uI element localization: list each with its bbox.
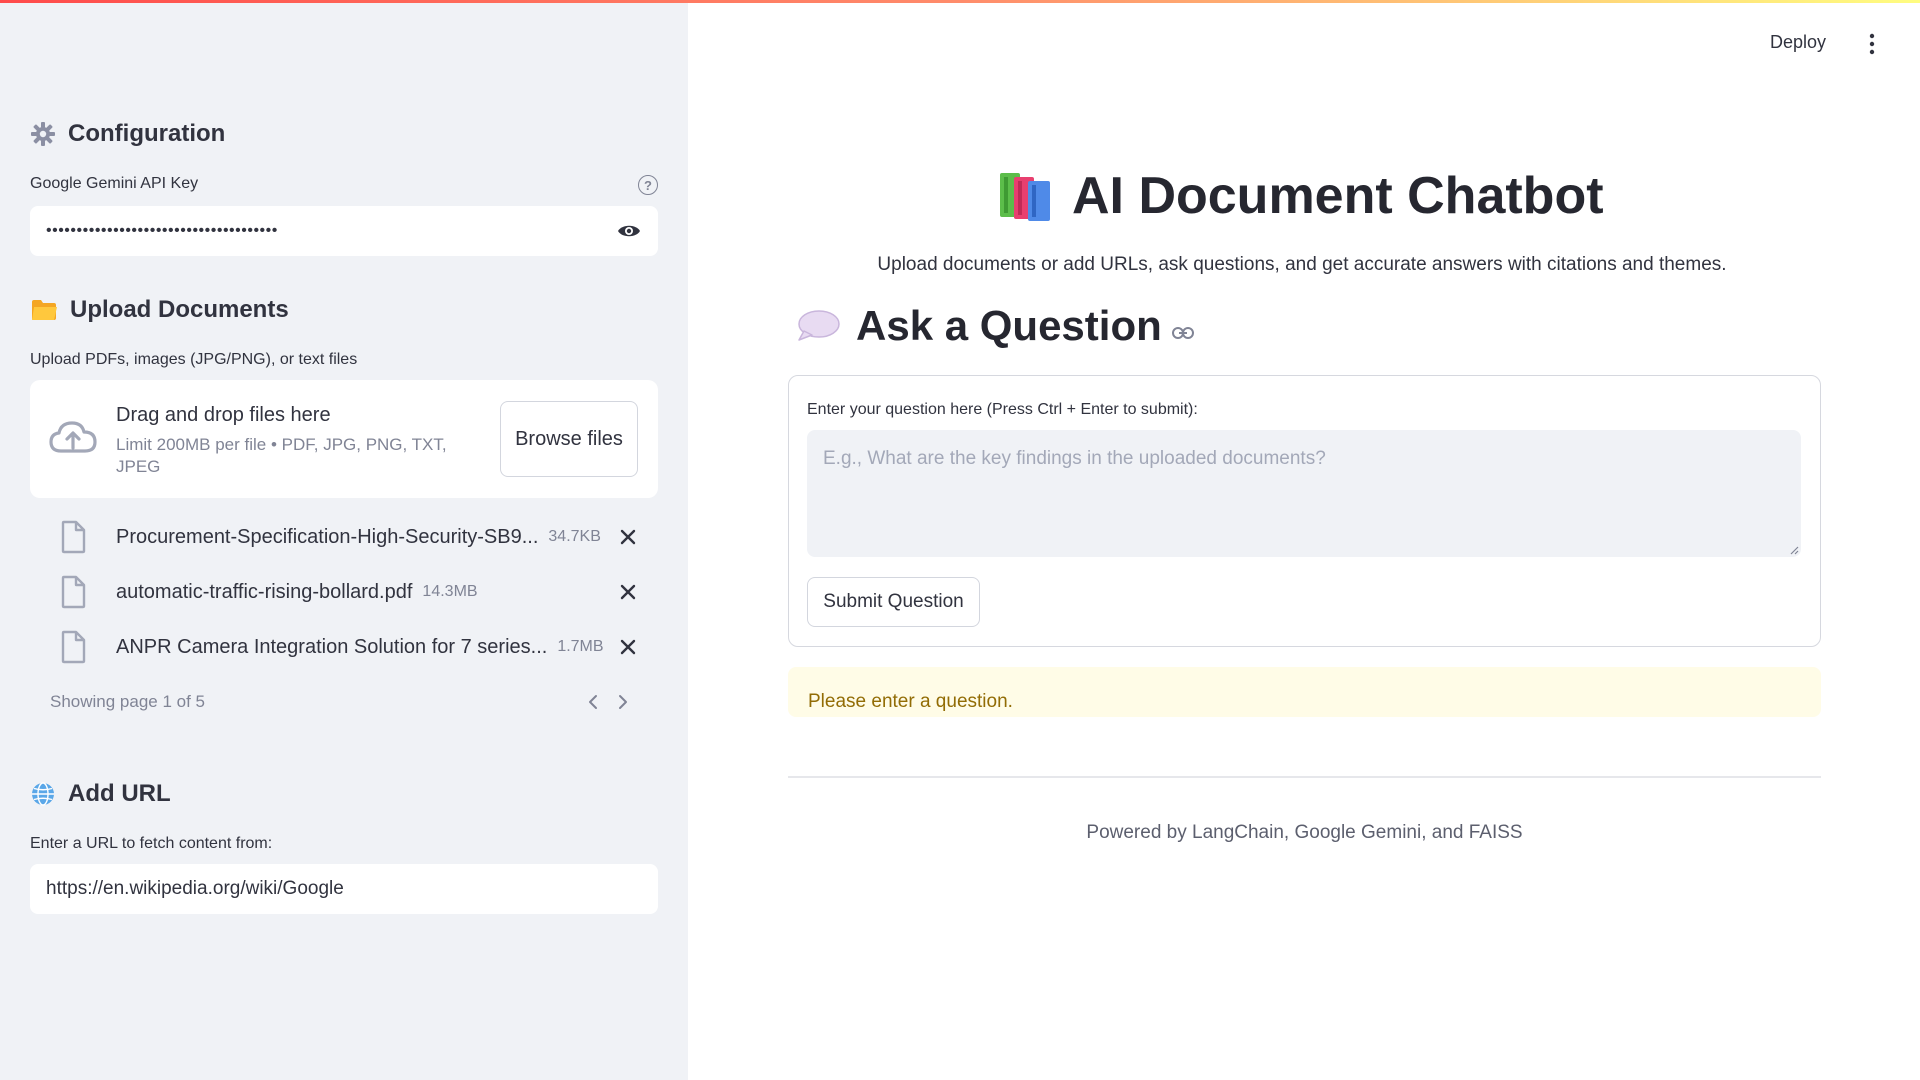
warning-alert: Please enter a question. [788, 667, 1821, 717]
globe-icon [32, 782, 54, 806]
question-label: Enter your question here (Press Ctrl + E… [807, 401, 1198, 418]
url-value: https://en.wikipedia.org/wiki/Google [46, 878, 344, 899]
file-size: 1.7MB [557, 638, 604, 655]
books-icon [1000, 173, 1050, 221]
configuration-heading: Configuration [30, 120, 225, 148]
file-icon [61, 520, 86, 554]
page-subtitle: Upload documents or add URLs, ask questi… [877, 254, 1727, 275]
question-placeholder: E.g., What are the key findings in the u… [823, 448, 1326, 469]
add-url-heading: Add URL [30, 780, 171, 808]
submit-question-button[interactable]: Submit Question [807, 577, 980, 627]
resize-handle-icon[interactable] [1789, 545, 1799, 555]
top-decoration-bar [0, 0, 1920, 3]
page-title-text: AI Document Chatbot [1072, 167, 1604, 225]
file-size: 34.7KB [548, 528, 601, 545]
upload-label: Upload PDFs, images (JPG/PNG), or text f… [30, 351, 358, 368]
chevron-left-icon[interactable] [583, 692, 603, 712]
file-name: automatic-traffic-rising-bollard.pdf [116, 580, 413, 603]
file-icon [61, 575, 86, 609]
link-icon[interactable] [1171, 326, 1194, 340]
file-name: ANPR Camera Integration Solution for 7 s… [116, 635, 548, 658]
uploaded-file-item: automatic-traffic-rising-bollard.pdf 14.… [58, 572, 638, 612]
file-dropzone[interactable]: Drag and drop files here Limit 200MB per… [30, 380, 658, 498]
deploy-button[interactable]: Deploy [1770, 32, 1826, 53]
ask-question-heading: Ask a Question [796, 302, 1194, 350]
sidebar: Configuration Google Gemini API Key ? ••… [0, 0, 688, 1080]
question-textarea[interactable]: E.g., What are the key findings in the u… [807, 430, 1801, 557]
chevron-right-icon[interactable] [613, 692, 633, 712]
dropzone-limit: Limit 200MB per file • PDF, JPG, PNG, TX… [116, 435, 447, 476]
browse-files-button[interactable]: Browse files [500, 401, 638, 477]
divider [788, 776, 1821, 778]
add-url-heading-text: Add URL [68, 780, 171, 807]
upload-heading: Upload Documents [30, 296, 289, 324]
api-key-label: Google Gemini API Key [30, 175, 199, 192]
pagination-text: Showing page 1 of 5 [50, 692, 206, 711]
file-name: Procurement-Specification-High-Security-… [116, 525, 539, 548]
page-title: AI Document Chatbot [996, 166, 1604, 226]
remove-file-icon[interactable] [618, 637, 638, 657]
speech-bubble-icon [798, 310, 840, 341]
file-size: 14.3MB [422, 583, 478, 600]
file-icon [61, 630, 86, 664]
dropzone-title: Drag and drop files here [116, 404, 331, 426]
warning-text: Please enter a question. [808, 691, 1013, 712]
uploaded-file-item: ANPR Camera Integration Solution for 7 s… [58, 627, 638, 667]
folder-icon [32, 300, 57, 320]
url-label: Enter a URL to fetch content from: [30, 835, 273, 852]
remove-file-icon[interactable] [618, 582, 638, 602]
url-input[interactable]: https://en.wikipedia.org/wiki/Google [30, 864, 658, 914]
configuration-heading-text: Configuration [68, 120, 226, 147]
gear-icon [31, 122, 55, 146]
cloud-upload-icon [49, 421, 97, 453]
footer-text: Powered by LangChain, Google Gemini, and… [1086, 822, 1523, 843]
question-form: Enter your question here (Press Ctrl + E… [788, 375, 1821, 647]
help-icon[interactable]: ? [638, 175, 658, 195]
uploaded-file-item: Procurement-Specification-High-Security-… [58, 517, 638, 557]
api-key-value: •••••••••••••••••••••••••••••••••••••• [46, 222, 278, 239]
eye-icon[interactable] [616, 218, 642, 244]
remove-file-icon[interactable] [618, 527, 638, 547]
more-menu-icon[interactable] [1864, 32, 1880, 56]
api-key-input[interactable]: •••••••••••••••••••••••••••••••••••••• [30, 206, 658, 256]
ask-question-heading-text: Ask a Question [856, 302, 1162, 349]
upload-heading-text: Upload Documents [70, 296, 289, 323]
